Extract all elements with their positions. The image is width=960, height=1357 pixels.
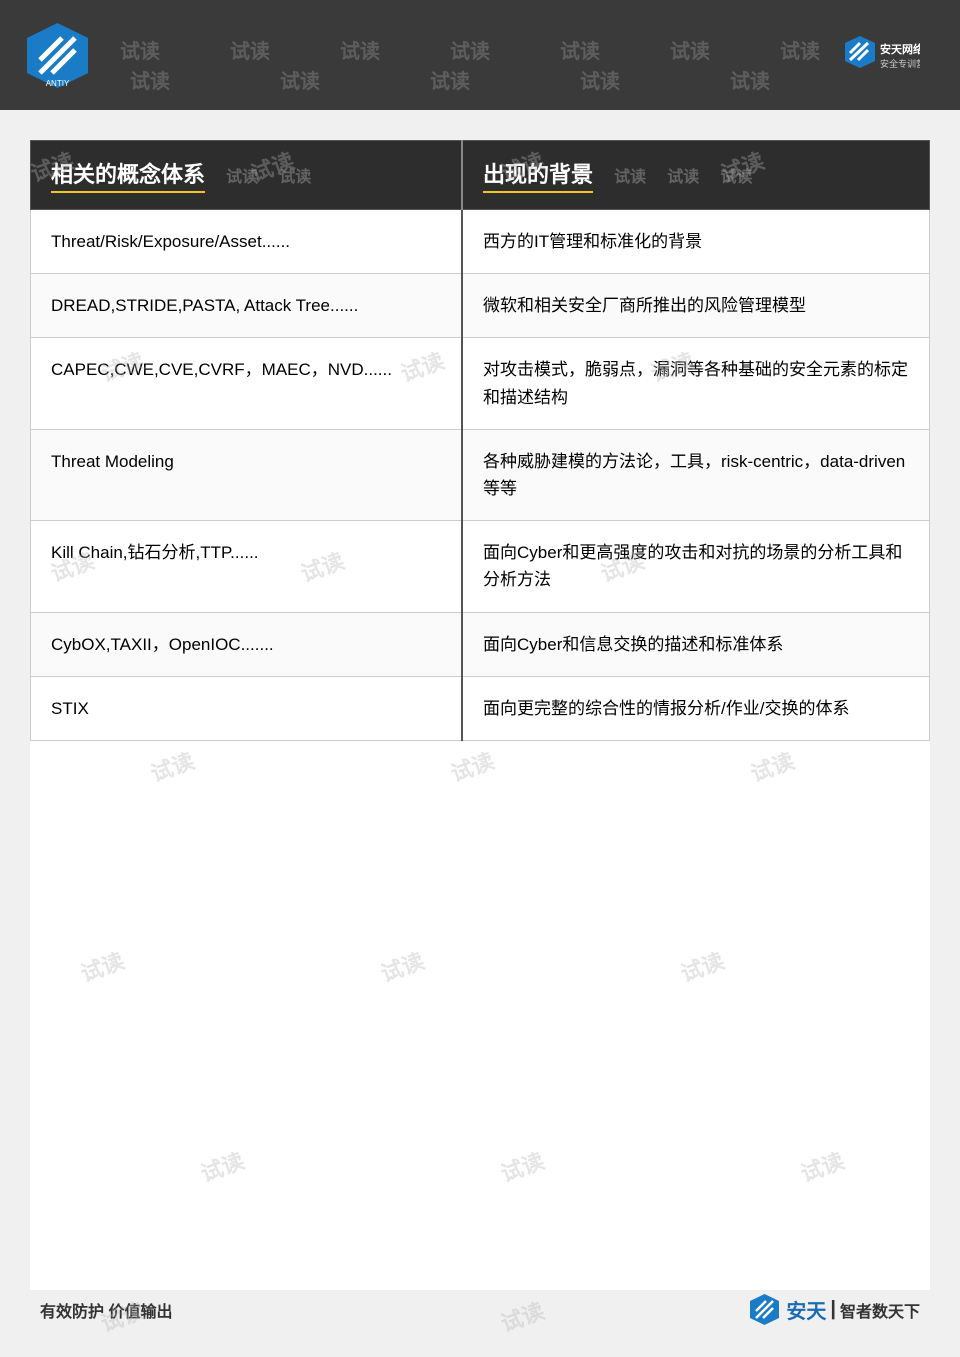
table-row: Threat Modeling各种威胁建模的方法论，工具，risk-centri…: [31, 429, 930, 520]
table-cell-right: 西方的IT管理和标准化的背景: [462, 210, 929, 274]
svg-text:安全专训营第四期: 安全专训营第四期: [880, 58, 920, 69]
header-watermark-col2c: 试读: [720, 169, 752, 186]
header-watermark-5: 试读: [560, 35, 600, 64]
concept-table: 相关的概念体系 试读 试读 出现的背景 试读 试读 试读 Threat/Risk…: [30, 140, 930, 741]
table-row: CAPEC,CWE,CVE,CVRF，MAEC，NVD......对攻击模式，脆…: [31, 338, 930, 429]
header-watermark-col1: 试读: [226, 169, 258, 186]
table-cell-left: Threat/Risk/Exposure/Asset......: [31, 210, 463, 274]
table-cell-left: CybOX,TAXII，OpenIOC.......: [31, 612, 463, 676]
table-cell-left: DREAD,STRIDE,PASTA, Attack Tree......: [31, 274, 463, 338]
header-watermark-3: 试读: [340, 35, 380, 64]
table-cell-right: 面向Cyber和信息交换的描述和标准体系: [462, 612, 929, 676]
table-cell-left: CAPEC,CWE,CVE,CVRF，MAEC，NVD......: [31, 338, 463, 429]
table-row: STIX面向更完整的综合性的情报分析/作业/交换的体系: [31, 676, 930, 740]
antiy-right-logo-icon: 安天网络 安全专训营第四期: [840, 33, 920, 78]
table-cell-left: STIX: [31, 676, 463, 740]
col2-header: 出现的背景 试读 试读 试读: [462, 141, 929, 210]
header-right-logo: 安天网络 安全专训营第四期: [820, 20, 940, 90]
header-watermark-4: 试读: [450, 35, 490, 64]
table-cell-left: Threat Modeling: [31, 429, 463, 520]
footer-logo-antiy: 安天: [786, 1295, 826, 1324]
col1-header: 相关的概念体系 试读 试读: [31, 141, 463, 210]
footer: 有效防护 价值输出 安天 | 智者数天下: [0, 1292, 960, 1327]
header-watermark-10: 试读: [430, 65, 470, 94]
footer-logo-divider: |: [830, 1298, 836, 1321]
header-watermark-11: 试读: [580, 65, 620, 94]
table-cell-right: 各种威胁建模的方法论，工具，risk-centric，data-driven等等: [462, 429, 929, 520]
header-watermark-1: 试读: [120, 35, 160, 64]
table-row: CybOX,TAXII，OpenIOC.......面向Cyber和信息交换的描…: [31, 612, 930, 676]
footer-antiy-icon: [747, 1292, 782, 1327]
svg-text:ANTIY: ANTIY: [46, 79, 70, 88]
header-watermark-7: 试读: [780, 35, 820, 64]
main-content: 相关的概念体系 试读 试读 出现的背景 试读 试读 试读 Threat/Risk…: [30, 140, 930, 1290]
footer-logo: 安天 | 智者数天下: [747, 1292, 920, 1327]
header-watermark-col1b: 试读: [279, 169, 311, 186]
header-watermark-col2: 试读: [614, 169, 646, 186]
table-cell-right: 对攻击模式，脆弱点，漏洞等各种基础的安全元素的标定和描述结构: [462, 338, 929, 429]
table-cell-left: Kill Chain,钻石分析,TTP......: [31, 521, 463, 612]
header-watermark-8: 试读: [130, 65, 170, 94]
header-watermark-2: 试读: [230, 35, 270, 64]
table-cell-right: 面向Cyber和更高强度的攻击和对抗的场景的分析工具和分析方法: [462, 521, 929, 612]
table-cell-right: 微软和相关安全厂商所推出的风险管理模型: [462, 274, 929, 338]
table-row: DREAD,STRIDE,PASTA, Attack Tree......微软和…: [31, 274, 930, 338]
svg-text:安天网络: 安天网络: [880, 42, 920, 56]
footer-slogan: 有效防护 价值输出: [40, 1298, 172, 1322]
header-watermark-6: 试读: [670, 35, 710, 64]
table-row: Kill Chain,钻石分析,TTP......面向Cyber和更高强度的攻击…: [31, 521, 930, 612]
header-watermark-12: 试读: [730, 65, 770, 94]
header-watermark-col2b: 试读: [667, 169, 699, 186]
logo-area: ANTIY: [20, 18, 95, 93]
table-cell-right: 面向更完整的综合性的情报分析/作业/交换的体系: [462, 676, 929, 740]
header: ANTIY 试读 试读 试读 试读 试读 试读 试读 试读 试读 试读 试读 试…: [0, 0, 960, 110]
table-row: Threat/Risk/Exposure/Asset......西方的IT管理和…: [31, 210, 930, 274]
header-watermark-9: 试读: [280, 65, 320, 94]
antiy-logo-icon: ANTIY: [20, 18, 95, 93]
footer-logo-sub: 智者数天下: [840, 1298, 920, 1322]
